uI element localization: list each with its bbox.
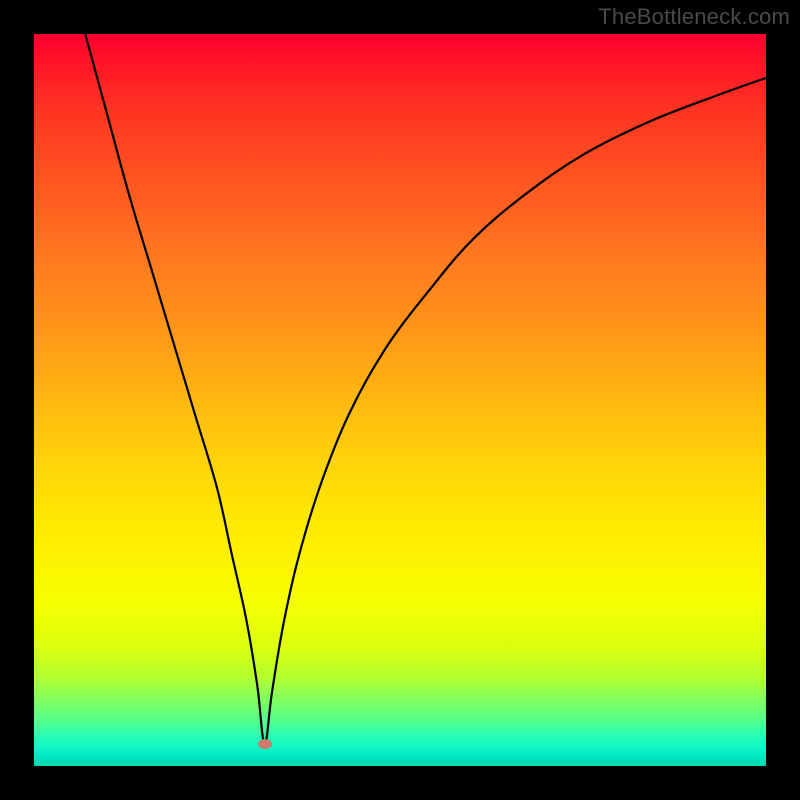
watermark-text: TheBottleneck.com (598, 4, 790, 30)
chart-plot-area (34, 34, 766, 766)
bottleneck-curve (34, 34, 766, 766)
minimum-point-marker (258, 739, 272, 749)
